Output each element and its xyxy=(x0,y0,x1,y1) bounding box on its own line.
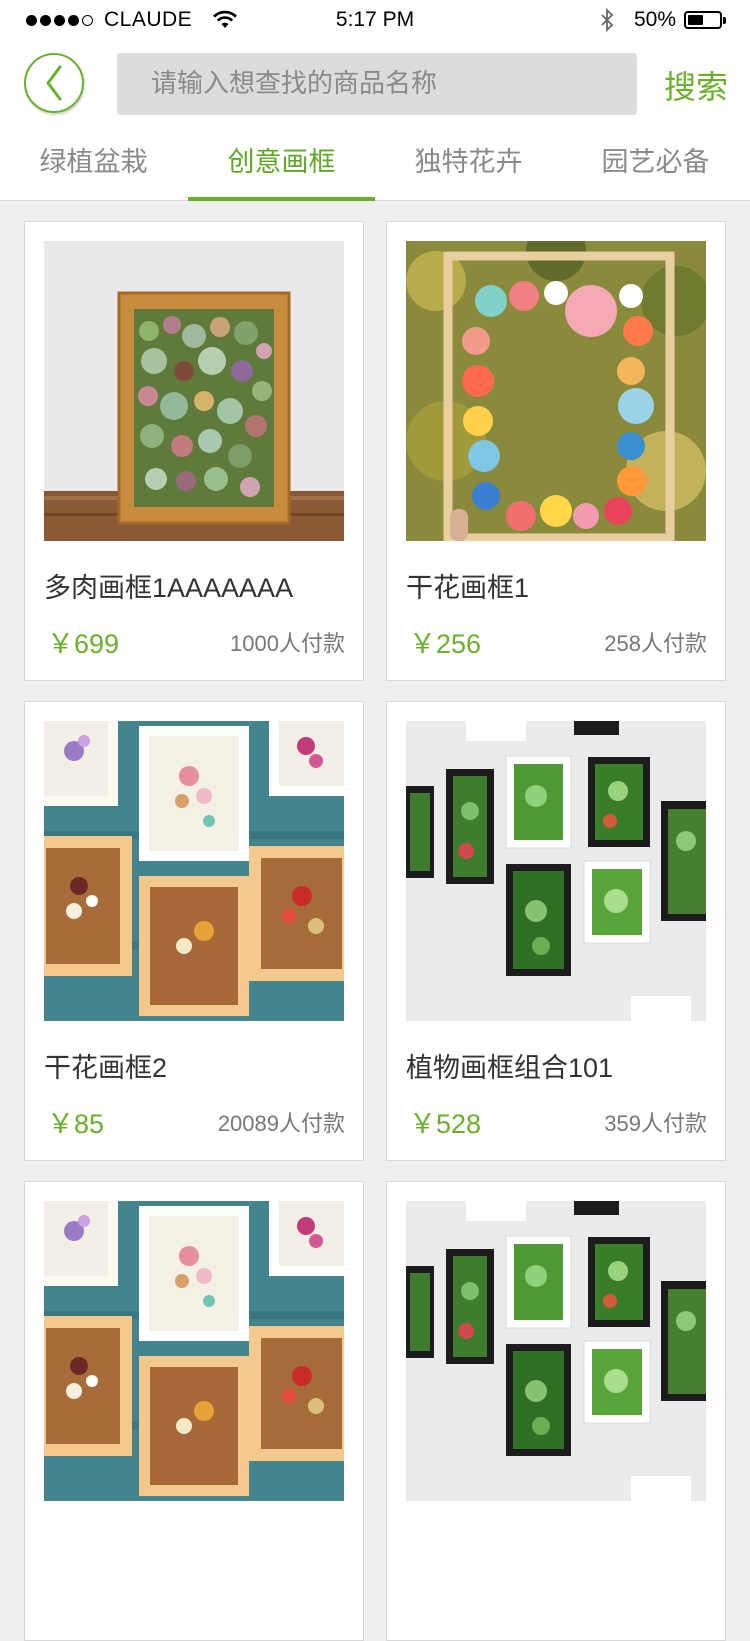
product-price: ￥528 xyxy=(409,1109,482,1139)
tab-unique-flowers[interactable]: 独特花卉 xyxy=(375,128,562,200)
product-sales: 359人付款 xyxy=(604,1111,707,1136)
tab-creative-frames[interactable]: 创意画框 xyxy=(188,128,375,201)
search-button[interactable]: 搜索 xyxy=(664,62,728,108)
product-card[interactable] xyxy=(24,1181,364,1641)
product-card[interactable] xyxy=(386,1181,726,1641)
search-header: 搜索 xyxy=(0,40,750,128)
product-image[interactable] xyxy=(44,721,344,1021)
battery-percent: 50% xyxy=(633,8,676,31)
product-card[interactable]: 多肉画框1AAAAAAA ￥699 1000人付款 xyxy=(24,221,364,681)
product-card[interactable]: 植物画框组合101 ￥528 359人付款 xyxy=(386,701,726,1161)
product-title: 植物画框组合101 xyxy=(406,1053,614,1083)
product-image[interactable] xyxy=(406,721,706,1021)
bluetooth-icon xyxy=(600,8,614,32)
search-input[interactable] xyxy=(149,68,637,100)
status-bar: CLAUDE 5:17 PM 50% xyxy=(0,0,750,40)
back-button[interactable] xyxy=(24,53,84,113)
product-image[interactable] xyxy=(406,241,706,541)
product-image[interactable] xyxy=(406,1201,706,1501)
search-box[interactable] xyxy=(117,53,637,115)
product-sales: 20089人付款 xyxy=(217,1111,345,1136)
product-image[interactable] xyxy=(44,1201,344,1501)
chevron-left-icon xyxy=(40,63,68,103)
tab-gardening-essentials[interactable]: 园艺必备 xyxy=(562,128,749,200)
status-right: 50% xyxy=(600,8,726,32)
product-title: 干花画框2 xyxy=(44,1053,168,1083)
product-price: ￥256 xyxy=(409,629,482,659)
product-title: 多肉画框1AAAAAAA xyxy=(44,573,294,603)
product-title: 干花画框1 xyxy=(406,573,530,603)
product-price: ￥699 xyxy=(47,629,120,659)
product-price: ￥85 xyxy=(47,1109,105,1139)
product-sales: 1000人付款 xyxy=(230,631,345,656)
product-image[interactable] xyxy=(44,241,344,541)
product-sales: 258人付款 xyxy=(604,631,707,656)
category-tabs: 绿植盆栽 创意画框 独特花卉 园艺必备 xyxy=(0,128,750,201)
battery-icon xyxy=(684,11,726,29)
battery-fill xyxy=(688,15,703,25)
tab-green-plants[interactable]: 绿植盆栽 xyxy=(0,128,187,200)
product-card[interactable]: 干花画框2 ￥85 20089人付款 xyxy=(24,701,364,1161)
product-card[interactable]: 干花画框1 ￥256 258人付款 xyxy=(386,221,726,681)
